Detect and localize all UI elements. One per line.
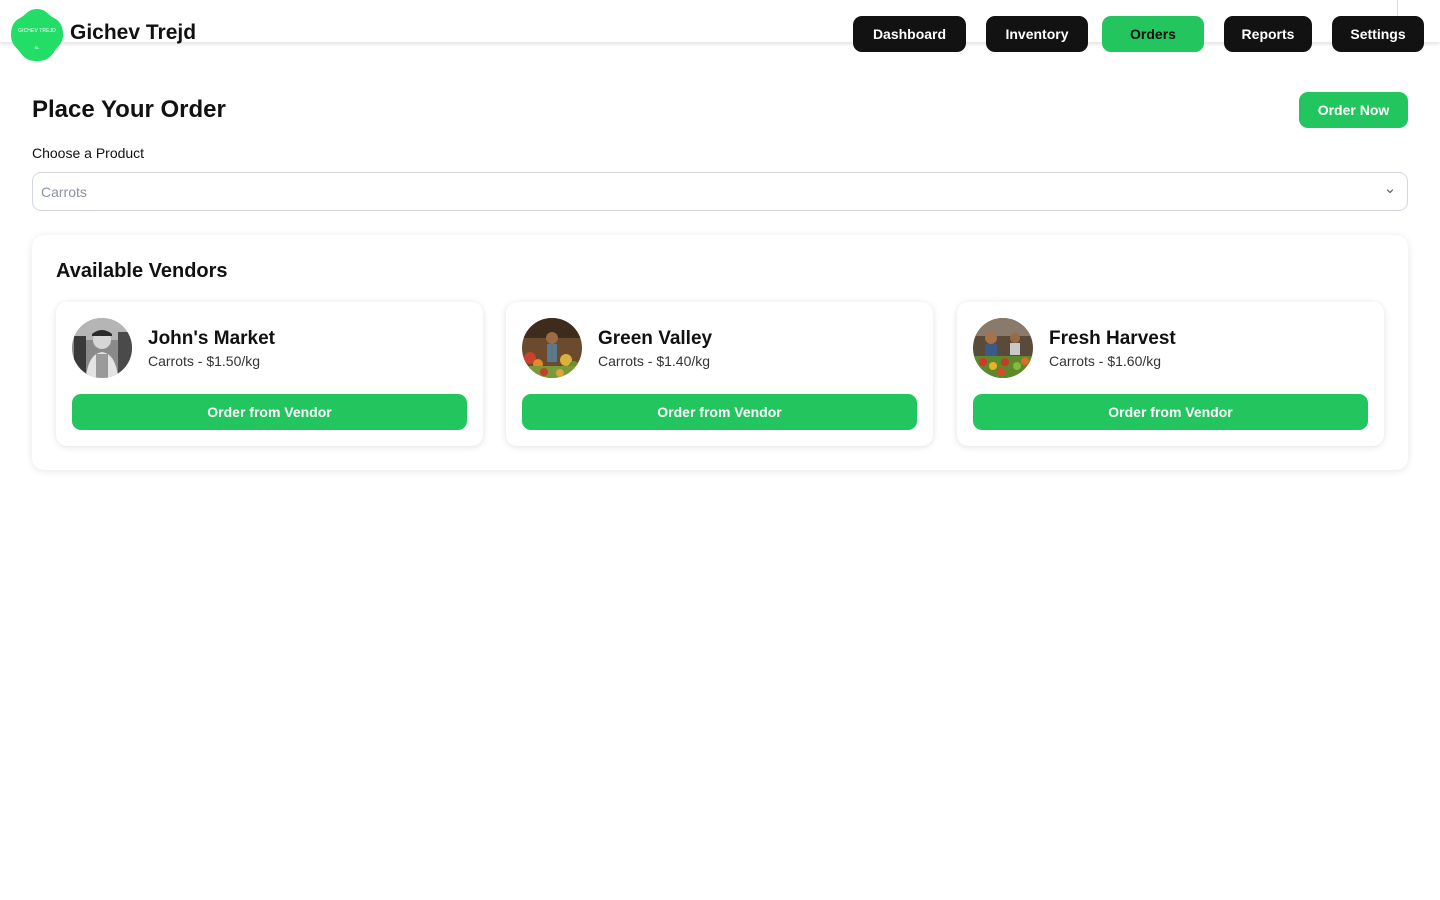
vendor-card: Green Valley Carrots - $1.40/kg Order fr… <box>506 302 933 446</box>
product-select-label: Choose a Product <box>32 145 145 161</box>
vendors-title: Available Vendors <box>56 260 228 282</box>
vendor-card: Fresh Harvest Carrots - $1.60/kg Order f… <box>957 302 1384 446</box>
brand-name[interactable]: Gichev Trejd <box>70 21 196 45</box>
available-vendors-panel: Available Vendors John's Market Carrots … <box>32 235 1408 470</box>
vendor-name: Green Valley <box>598 328 713 349</box>
order-from-vendor-button[interactable]: Order from Vendor <box>973 394 1368 430</box>
nav-dashboard-button[interactable]: Dashboard <box>853 16 966 52</box>
logo-subtext: SL <box>34 45 40 50</box>
vendor-price: Carrots - $1.50/kg <box>148 353 261 369</box>
product-select-value: Carrots <box>41 184 87 200</box>
nav-inventory-button[interactable]: Inventory <box>986 16 1088 52</box>
vendor-avatar <box>522 318 582 378</box>
nav-orders-button[interactable]: Orders <box>1102 16 1204 52</box>
vendor-avatar <box>973 318 1033 378</box>
vendor-name: Fresh Harvest <box>1049 328 1176 349</box>
product-select[interactable]: Carrots <box>32 172 1408 211</box>
chevron-down-icon <box>1382 183 1398 199</box>
page-title: Place Your Order <box>32 96 226 123</box>
nav-reports-button[interactable]: Reports <box>1224 16 1312 52</box>
vendor-price: Carrots - $1.60/kg <box>1049 353 1162 369</box>
top-navigation-bar: GICHEV TREJD SL Gichev Trejd Dashboard I… <box>0 0 1440 61</box>
order-now-button[interactable]: Order Now <box>1299 92 1408 128</box>
vendor-price: Carrots - $1.40/kg <box>598 353 711 369</box>
order-from-vendor-button[interactable]: Order from Vendor <box>522 394 917 430</box>
nav-settings-button[interactable]: Settings <box>1332 16 1424 52</box>
vendor-avatar <box>72 318 132 378</box>
logo-text: GICHEV TREJD <box>18 28 56 34</box>
logo-badge-icon <box>11 9 63 61</box>
vendor-card: John's Market Carrots - $1.50/kg Order f… <box>56 302 483 446</box>
vendor-name: John's Market <box>148 328 275 349</box>
order-from-vendor-button[interactable]: Order from Vendor <box>72 394 467 430</box>
brand-logo[interactable]: GICHEV TREJD SL <box>10 8 64 62</box>
